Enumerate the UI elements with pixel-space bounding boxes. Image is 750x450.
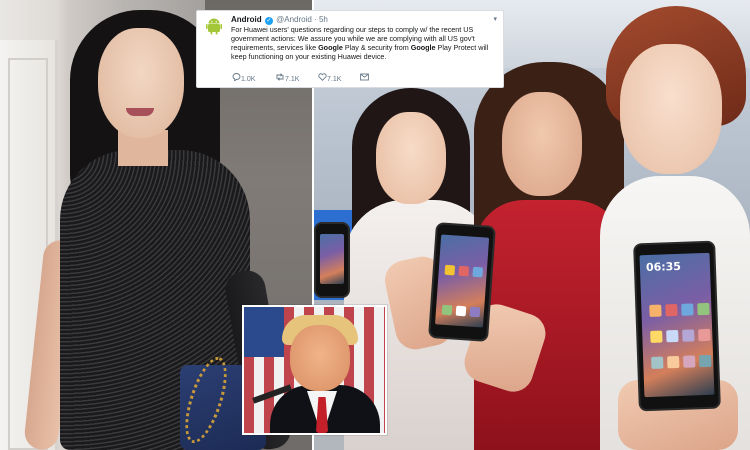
app-icon [699,354,712,368]
app-icon [472,266,484,278]
tweet-text-bold: Google [318,43,343,52]
retweet-button[interactable]: 7.1K [275,73,299,83]
tweet-timestamp[interactable]: 5h [319,15,328,24]
app-icon [682,329,695,342]
model-face [620,44,722,174]
phone-screen: 06:35 [639,252,715,398]
smartphone-left [314,222,350,298]
app-icon [455,305,467,317]
reply-count: 1.0K [241,76,256,83]
woman-face [98,28,184,138]
retweet-icon [275,73,285,83]
tweet-text: For Huawei users' questions regarding ou… [231,25,495,61]
tweet-text-segment: Play & security from [342,43,411,52]
tweet-text-bold: Google [410,43,436,52]
message-icon [359,73,369,83]
phone-screen [320,234,344,284]
model-face [502,92,582,196]
smartphone-right: 06:35 [633,240,721,412]
message-button[interactable] [359,73,369,83]
heart-icon [317,73,327,83]
app-icon [458,265,470,277]
inset-photo-man-speaking [242,305,387,435]
app-icon [441,304,453,316]
app-icon [665,303,678,317]
app-icon [651,356,664,369]
app-icon [444,264,456,276]
reply-button[interactable]: 1.0K [231,73,255,83]
smartphone-center [428,222,496,342]
app-icon [683,355,696,368]
app-icon [666,329,679,343]
verified-badge-icon: ✓ [264,17,273,25]
tweet-separator: · [314,15,317,24]
app-icon [698,328,711,342]
model-face [376,112,446,204]
tweet-header: Android ✓ @Android · 5h [231,15,328,25]
app-icon [469,306,481,318]
like-count: 7.1K [327,76,342,83]
app-icon [650,330,663,343]
retweet-count: 7.1K [285,76,300,83]
woman-mouth [126,108,154,116]
app-icon [649,304,662,317]
like-button[interactable]: 7.1K [317,73,341,83]
app-icon [681,303,694,316]
phone-screen [434,234,490,328]
news-photo-collage: 06:35 Android ✓ @Android · 5h ▾ For Huaw… [0,0,750,450]
tweet-author-handle[interactable]: @Android [276,15,312,24]
phone-clock: 06:35 [645,259,682,275]
reply-icon [231,73,241,83]
man-face [290,325,350,391]
android-robot-icon[interactable] [205,17,223,35]
tweet-author-name[interactable]: Android [231,15,262,24]
app-icon [697,302,710,316]
chevron-down-icon[interactable]: ▾ [493,15,497,23]
app-icon [667,355,680,369]
us-flag-canton [244,307,284,357]
tweet-card[interactable]: Android ✓ @Android · 5h ▾ For Huawei use… [196,10,504,88]
